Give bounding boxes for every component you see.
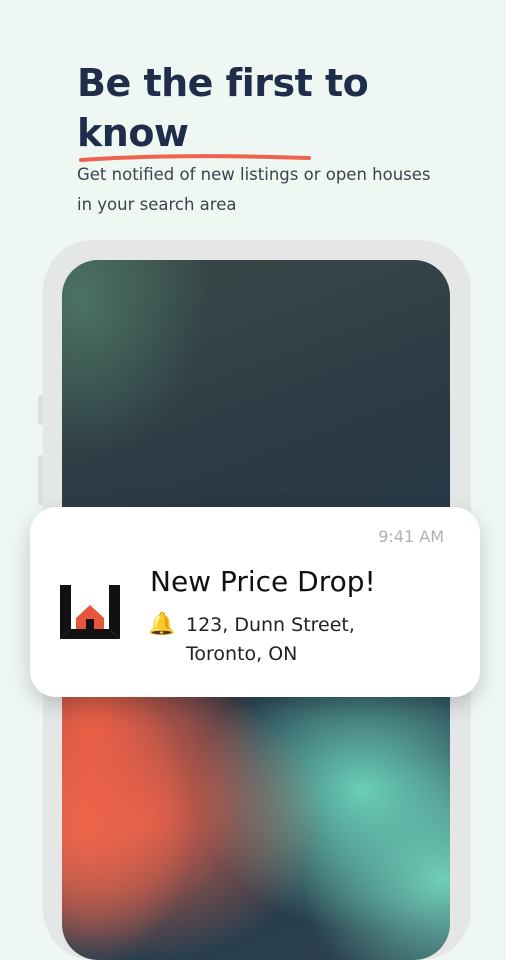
bell-icon: 🔔 [148,612,176,637]
notification-title: New Price Drop! [150,565,376,598]
headline-line-1: Be the first to [77,61,369,105]
notification-card[interactable]: 9:41 AM New Price Drop! 🔔 123, Dunn Stre… [30,507,480,697]
notification-body: 123, Dunn Street, Toronto, ON [186,611,446,669]
notification-time: 9:41 AM [378,527,444,546]
notification-address-line-1: 123, Dunn Street, [186,614,355,636]
subtitle: Get notified of new listings or open hou… [77,165,431,214]
notification-address-line-2: Toronto, ON [186,643,298,665]
headline: Be the first to know [77,58,477,162]
app-logo-icon [60,585,120,639]
